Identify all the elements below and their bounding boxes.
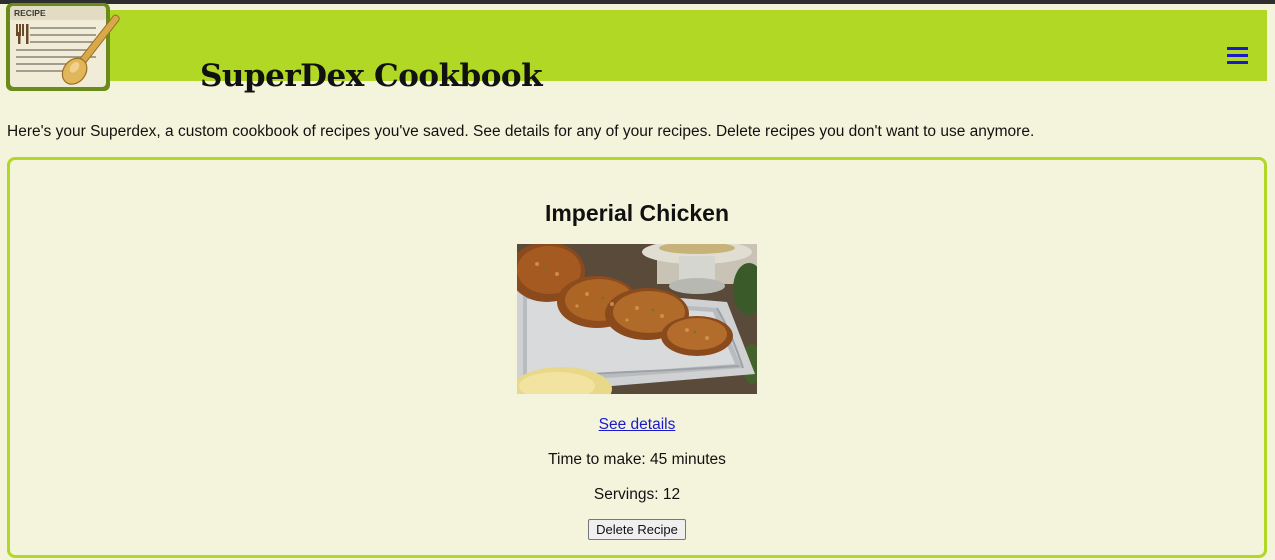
site-title: SuperDex Cookbook (200, 57, 543, 94)
see-details-link[interactable]: See details (599, 416, 676, 433)
recipe-image (517, 244, 757, 394)
time-to-make: Time to make: 45 minutes (548, 451, 726, 468)
site-header: SuperDex Cookbook (7, 10, 1267, 94)
hamburger-menu-icon[interactable] (1223, 43, 1253, 69)
servings: Servings: 12 (593, 486, 681, 503)
recipe-card: Imperial Chicken See details Time to mak… (7, 157, 1267, 558)
intro-text: Here's your Superdex, a custom cookbook … (7, 123, 1035, 140)
recipe-card-spoon-icon[interactable]: RECIPE (4, 2, 126, 97)
delete-row: Delete Recipe (10, 519, 1264, 540)
see-details-row: See details (10, 415, 1264, 435)
top-border (0, 0, 1275, 4)
delete-recipe-button[interactable]: Delete Recipe (588, 519, 686, 540)
recipe-title: Imperial Chicken (544, 200, 730, 226)
logo-text: RECIPE (14, 8, 46, 18)
